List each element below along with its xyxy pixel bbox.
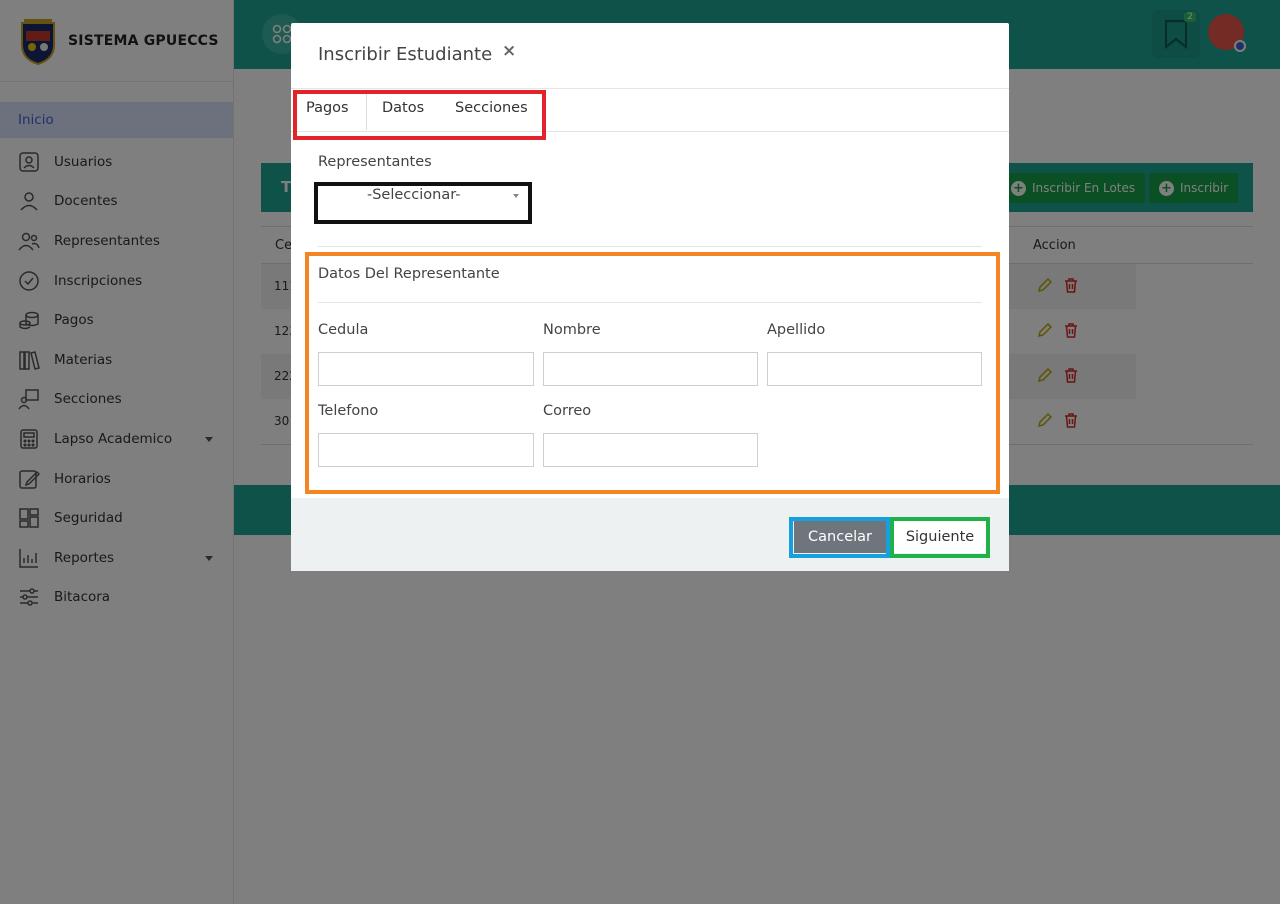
section-title: Datos Del Representante bbox=[318, 266, 500, 282]
telefono-label: Telefono bbox=[318, 403, 379, 419]
divider bbox=[318, 302, 982, 303]
cedula-label: Cedula bbox=[318, 322, 369, 338]
next-highlight-box bbox=[890, 517, 990, 558]
nombre-field[interactable] bbox=[543, 352, 758, 386]
close-icon[interactable]: × bbox=[502, 41, 516, 61]
divider bbox=[318, 246, 982, 247]
modal-header: Inscribir Estudiante × bbox=[291, 23, 1009, 89]
correo-label: Correo bbox=[543, 403, 592, 419]
enroll-student-modal: Inscribir Estudiante × Pagos Datos Secci… bbox=[291, 23, 1009, 571]
apellido-field[interactable] bbox=[767, 352, 982, 386]
cancel-highlight-box bbox=[789, 517, 890, 558]
modal-title: Inscribir Estudiante bbox=[318, 44, 493, 65]
telefono-field[interactable] bbox=[318, 433, 534, 467]
representantes-label: Representantes bbox=[318, 154, 432, 170]
nombre-label: Nombre bbox=[543, 322, 601, 338]
apellido-label: Apellido bbox=[767, 322, 826, 338]
tabs-highlight-box bbox=[293, 90, 546, 140]
cedula-field[interactable] bbox=[318, 352, 534, 386]
select-highlight-box bbox=[314, 182, 532, 224]
correo-field[interactable] bbox=[543, 433, 758, 467]
